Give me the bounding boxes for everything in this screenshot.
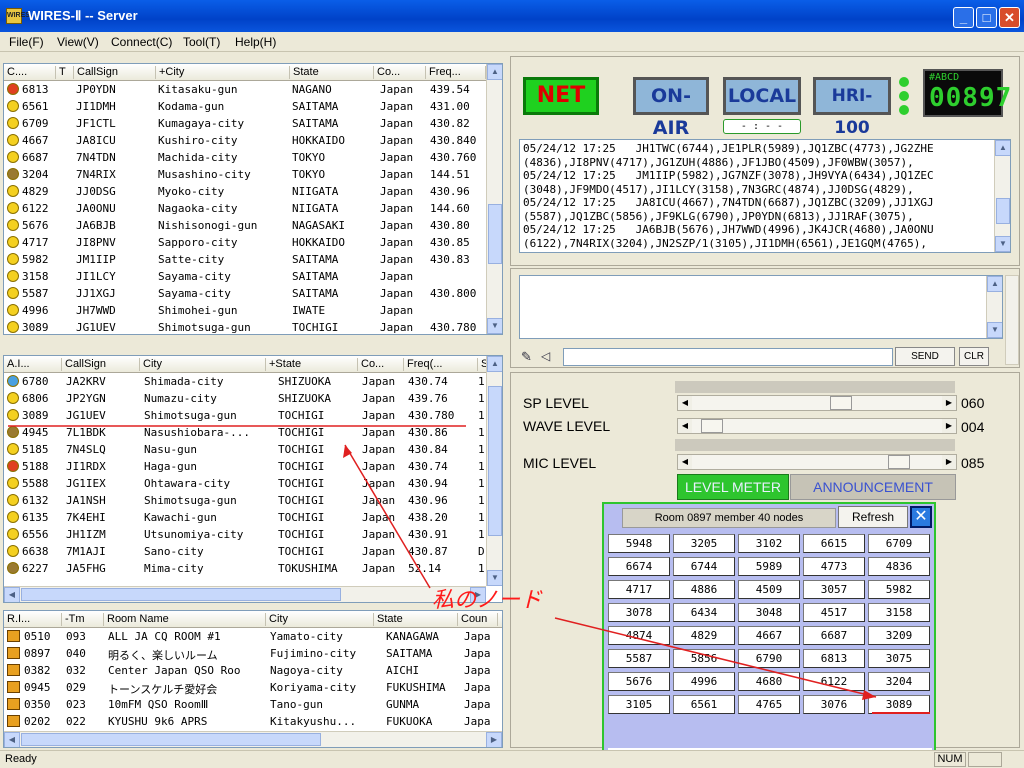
status-pane xyxy=(968,752,1002,767)
status-text: Ready xyxy=(5,753,37,765)
status-bar: Ready NUM xyxy=(0,750,1024,768)
arrow-to-list xyxy=(344,444,431,589)
annotation-overlay xyxy=(8,425,877,700)
num-lock-indicator: NUM xyxy=(934,752,966,767)
arrow-head xyxy=(862,690,876,700)
arrow-head xyxy=(343,445,352,458)
arrow-to-node xyxy=(554,617,877,698)
annotation-label: 私のノード xyxy=(432,588,543,613)
